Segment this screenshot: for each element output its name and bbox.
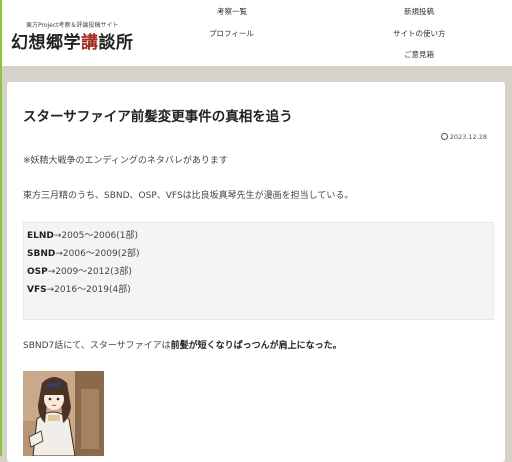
series-period: →2006〜2009(2部) [55,249,140,259]
nav-item-consideration-list[interactable]: 考察一覧 [217,6,247,17]
logo-text-post: 談所 [98,33,134,53]
post-title: スターサファイア前髪変更事件の真相を追う [23,109,293,125]
logo-text-pre: 幻想郷学 [11,33,81,53]
sbnd-paragraph-bold: 前髪が短くなりぱっつんが肩上になった。 [170,341,342,351]
series-period: →2016〜2019(4部) [46,285,131,295]
series-list-box: ELND→2005〜2006(1部) SBND→2006〜2009(2部) OS… [23,222,494,320]
series-item: SBND→2006〜2009(2部) [27,246,139,259]
post-date: 2023.12.28 [440,133,487,141]
sbnd-paragraph-text: SBND7話にて、スターサファイアは [23,341,171,351]
series-item: OSP→2009〜2012(3部) [27,264,132,277]
series-item: ELND→2005〜2006(1部) [27,228,138,241]
nav-item-feedback[interactable]: ご意見箱 [404,49,434,60]
nav-item-profile[interactable]: プロフィール [209,28,254,39]
series-code: OSP [27,267,48,277]
post-date-text: 2023.12.28 [449,133,487,141]
intro-paragraph: 東方三月精のうち、SBND、OSP、VFSは比良坂真琴先生が漫画を担当している。 [23,191,354,201]
nav-item-new-post[interactable]: 新規投稿 [404,6,434,17]
series-code: ELND [27,231,54,241]
site-logo[interactable]: 幻想郷学講談所 [11,28,134,53]
left-accent-bar [0,0,2,456]
series-period: →2009〜2012(3部) [47,267,132,277]
series-item: VFS→2016〜2019(4部) [27,282,131,295]
spoiler-note: ※妖精大戦争のエンディングのネタバレがあります [23,156,228,166]
series-code: VFS [27,285,47,295]
series-code: SBND [27,249,56,259]
clock-icon [440,133,448,140]
logo-text-accent: 講 [81,33,99,53]
manga-panel-image [23,371,104,456]
nav-item-how-to-use[interactable]: サイトの使い方 [393,28,446,39]
sbnd-paragraph: SBND7話にて、スターサファイアは前髪が短くなりぱっつんが肩上になった。 [23,338,342,351]
series-period: →2005〜2006(1部) [53,231,138,241]
